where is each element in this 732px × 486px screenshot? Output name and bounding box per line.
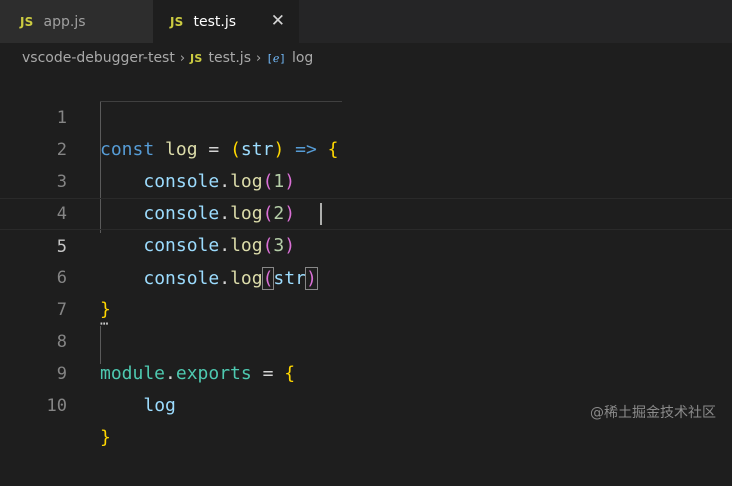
code-line-8[interactable]: 8 module.exports = {	[0, 294, 732, 384]
code-line-6[interactable]: 6 }	[0, 230, 732, 320]
breadcrumb-symbol[interactable]: log	[292, 50, 313, 66]
code-line-7[interactable]: 7	[0, 262, 732, 320]
tab-label: app.js	[43, 13, 86, 30]
line-number: 10	[46, 396, 67, 416]
breadcrumb-folder[interactable]: vscode-debugger-test	[22, 50, 175, 66]
tab-test-js[interactable]: JS test.js ✕	[153, 0, 299, 43]
code-line-5[interactable]: 5 console.log(str)	[0, 198, 732, 290]
chevron-right-icon: ›	[256, 50, 262, 66]
javascript-file-icon: JS	[190, 51, 203, 65]
breadcrumb-file[interactable]: test.js	[208, 50, 251, 66]
javascript-file-icon: JS	[170, 14, 184, 29]
close-icon[interactable]: ✕	[271, 11, 285, 31]
code-line-4[interactable]: 4 console.log(3)	[0, 166, 732, 256]
code-line-10[interactable]: 10 }	[0, 358, 732, 448]
code-editor[interactable]: 1 const log = (str) => { 2 console.log(1…	[0, 70, 732, 448]
breadcrumb: vscode-debugger-test › JS test.js › [ℯ] …	[22, 47, 313, 69]
watermark: @稀土掘金技术社区	[590, 405, 716, 421]
code-line-1[interactable]: 1 const log = (str) => {	[0, 70, 732, 160]
variable-symbol-icon: [ℯ]	[266, 51, 286, 65]
tab-label: test.js	[193, 13, 237, 30]
tab-app-js[interactable]: JS app.js	[0, 0, 153, 43]
text-cursor	[320, 203, 322, 225]
javascript-file-icon: JS	[20, 14, 34, 29]
code-line-3[interactable]: 3 console.log(2)	[0, 134, 732, 224]
code-line-2[interactable]: 2 console.log(1)	[0, 102, 732, 192]
chevron-right-icon: ›	[179, 50, 186, 66]
tab-bar: JS app.js JS test.js ✕	[0, 0, 732, 43]
code-line-9[interactable]: 9 log	[0, 326, 732, 416]
